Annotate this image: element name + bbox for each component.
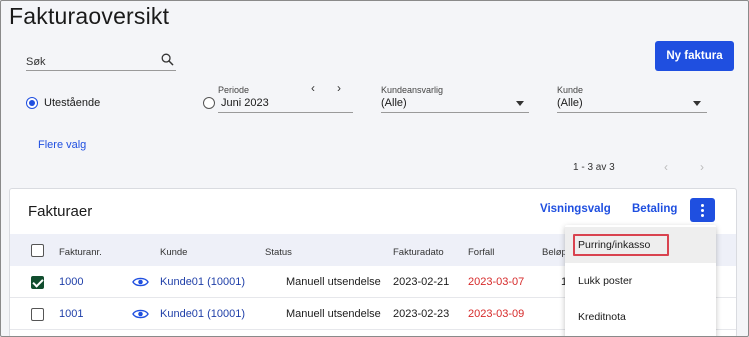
card-title: Fakturaer — [28, 203, 93, 220]
menu-item-label: Purring/inkasso — [578, 239, 651, 251]
due-date-cell: 2023-03-09 — [468, 308, 525, 320]
customer-select[interactable]: (Alle) — [557, 97, 583, 109]
menu-item-credit-note[interactable]: Kreditnota — [565, 299, 716, 335]
customer-manager-select[interactable]: (Alle) — [381, 97, 407, 109]
search-icon[interactable] — [161, 53, 174, 66]
customer-manager-underline — [381, 112, 529, 113]
invoice-number[interactable]: 1000 — [59, 276, 83, 288]
customer-underline — [557, 112, 707, 113]
pager-text: 1 - 3 av 3 — [573, 162, 615, 173]
menu-item-label: Kreditnota — [578, 311, 626, 323]
row-checkbox[interactable] — [31, 276, 44, 289]
outstanding-radio[interactable] — [26, 97, 38, 109]
customer-label: Kunde — [557, 85, 584, 95]
column-header[interactable]: Status — [265, 247, 292, 258]
period-label: Periode — [218, 85, 250, 95]
pager-next-icon[interactable]: › — [700, 160, 704, 174]
column-header[interactable]: Fakturanr. — [59, 247, 102, 258]
select-all-checkbox[interactable] — [31, 244, 44, 257]
period-value[interactable]: Juni 2023 — [221, 97, 269, 109]
menu-item-label: Lukk poster — [578, 275, 633, 287]
search-placeholder: Søk — [26, 56, 46, 68]
period-prev-icon[interactable]: ‹ — [311, 81, 315, 95]
period-radio[interactable] — [203, 97, 215, 109]
outstanding-label: Utestående — [44, 97, 101, 109]
more-actions-menu: Purring/inkasso Lukk poster Kreditnota — [565, 225, 716, 337]
column-header[interactable]: Beløp — [542, 247, 567, 258]
chevron-down-icon[interactable] — [693, 101, 701, 106]
search-input[interactable]: Søk — [26, 52, 176, 71]
column-header[interactable]: Forfall — [468, 247, 494, 258]
payment-button[interactable]: Betaling — [632, 203, 677, 215]
column-header[interactable]: Fakturadato — [393, 247, 444, 258]
new-invoice-button[interactable]: Ny faktura — [655, 41, 734, 71]
invoice-date-cell: 2023-02-21 — [393, 276, 450, 288]
invoice-date-cell: 2023-02-23 — [393, 308, 450, 320]
more-actions-icon[interactable] — [690, 198, 715, 222]
column-header[interactable]: Kunde — [160, 247, 187, 258]
customer-link[interactable]: Kunde01 (10001) — [160, 308, 245, 320]
chevron-down-icon[interactable] — [516, 101, 524, 106]
view-options-button[interactable]: Visningsvalg — [540, 203, 611, 215]
invoice-number[interactable]: 1001 — [59, 308, 83, 320]
more-options-link[interactable]: Flere valg — [38, 139, 86, 151]
period-underline — [218, 112, 353, 113]
row-checkbox[interactable] — [31, 308, 44, 321]
eye-icon[interactable] — [132, 276, 149, 288]
pager-prev-icon[interactable]: ‹ — [664, 160, 668, 174]
menu-item-reminder-collection[interactable]: Purring/inkasso — [565, 227, 716, 263]
customer-manager-label: Kundeansvarlig — [381, 85, 444, 95]
eye-icon[interactable] — [132, 308, 149, 320]
status-cell: Manuell utsendelse — [286, 276, 381, 288]
page-title: Fakturaoversikt — [9, 3, 170, 29]
customer-link[interactable]: Kunde01 (10001) — [160, 276, 245, 288]
menu-item-close-entries[interactable]: Lukk poster — [565, 263, 716, 299]
status-cell: Manuell utsendelse — [286, 308, 381, 320]
due-date-cell: 2023-03-07 — [468, 276, 525, 288]
period-next-icon[interactable]: › — [337, 81, 341, 95]
